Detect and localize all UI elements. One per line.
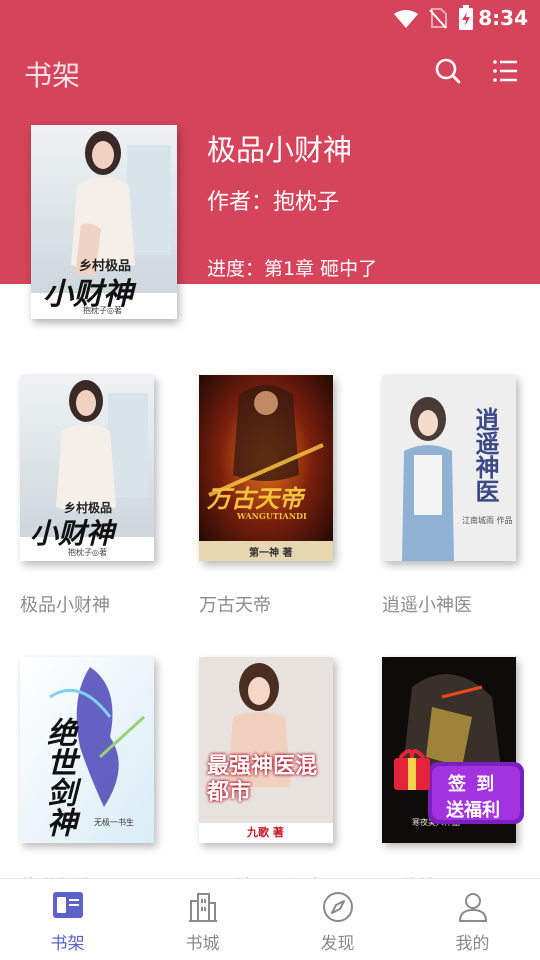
battery-charging-icon	[459, 5, 473, 30]
book-card[interactable]: 最强神医混都市 九歌 著 最强神医混都市	[199, 657, 337, 899]
book-cover[interactable]: 最强神医混都市 九歌 著	[199, 657, 333, 843]
cover-art	[199, 375, 333, 561]
book-cover[interactable]: 万古天帝 WANGUTIANDI 第一神 著	[199, 375, 333, 561]
cover-byline: 江南城雨 作品	[462, 516, 513, 525]
status-bar: 8:34	[0, 0, 540, 36]
checkin-reward-label: 送福利	[446, 800, 500, 821]
status-time: 8:34	[478, 6, 528, 30]
person-icon	[458, 893, 487, 922]
cover-title-big: 逍遥神医	[471, 407, 500, 503]
nav-label: 书架	[50, 934, 85, 954]
cover-byline: 九歌 著	[247, 826, 284, 839]
nav-tab-bookstore[interactable]: 书城	[135, 879, 270, 960]
compass-icon	[322, 892, 353, 922]
nav-label: 书城	[185, 934, 220, 954]
page-title: 书架	[24, 59, 81, 92]
cover-byline: 第一神 著	[249, 548, 293, 559]
no-sim-icon	[429, 8, 447, 29]
cover-title-big: 绝世剑神	[41, 717, 76, 837]
menu-icon[interactable]	[491, 56, 521, 86]
cover-art	[199, 657, 333, 843]
cover-byline: 抱枕子◎著	[68, 548, 107, 557]
book-title[interactable]: 逍遥小神医	[382, 591, 520, 617]
nav-tab-bookshelf[interactable]: 书架	[0, 879, 135, 960]
cover-title-big: 小财神	[30, 517, 115, 550]
bookshelf-icon	[52, 892, 83, 918]
book-cover[interactable]: 逍遥神医 江南城雨 作品	[382, 375, 516, 561]
nav-label: 我的	[455, 934, 490, 954]
featured-book-cover[interactable]: 乡村极品 小财神 抱枕子◎著	[31, 125, 177, 319]
cover-byline: 抱枕子◎著	[83, 306, 122, 315]
cover-title-big: 最强神医混都市	[207, 753, 318, 805]
featured-title[interactable]: 极品小财神	[207, 127, 352, 169]
featured-progress: 进度：第1章 砸中了	[207, 258, 378, 280]
book-card[interactable]: 逍遥神医 江南城雨 作品 逍遥小神医	[382, 375, 520, 617]
wifi-icon	[394, 10, 418, 28]
bookshelf-screen: { "status_bar": { "time": "8:34" }, "hea…	[0, 0, 540, 960]
cover-subtitle: WANGUTIANDI	[237, 511, 307, 521]
nav-tab-profile[interactable]: 我的	[405, 879, 540, 960]
book-title[interactable]: 万古天帝	[199, 591, 337, 617]
featured-author: 作者：抱枕子	[207, 190, 340, 215]
book-title[interactable]: 极品小财神	[20, 591, 158, 617]
nav-label: 发现	[320, 934, 355, 954]
bookstore-icon	[188, 893, 217, 922]
book-cover[interactable]: 乡村极品 小财神 抱枕子◎著	[20, 375, 154, 561]
book-card[interactable]: 万古天帝 WANGUTIANDI 第一神 著 万古天帝	[199, 375, 337, 617]
bottom-nav: 书架 书城 发现 我的	[0, 878, 540, 960]
cover-byline: 无极一书生	[94, 818, 134, 827]
search-icon[interactable]	[433, 56, 463, 86]
book-cover[interactable]: 绝世剑神 无极一书生	[20, 657, 154, 843]
checkin-label: 签 到	[448, 774, 497, 795]
book-card[interactable]: 绝世剑神 无极一书生 绝世剑神	[20, 657, 158, 899]
checkin-gift-badge[interactable]: 签 到 送福利	[390, 744, 528, 830]
cover-title-big: 万古天帝	[207, 484, 303, 513]
nav-tab-discover[interactable]: 发现	[270, 879, 405, 960]
book-card[interactable]: 乡村极品 小财神 抱枕子◎著 极品小财神	[20, 375, 158, 617]
